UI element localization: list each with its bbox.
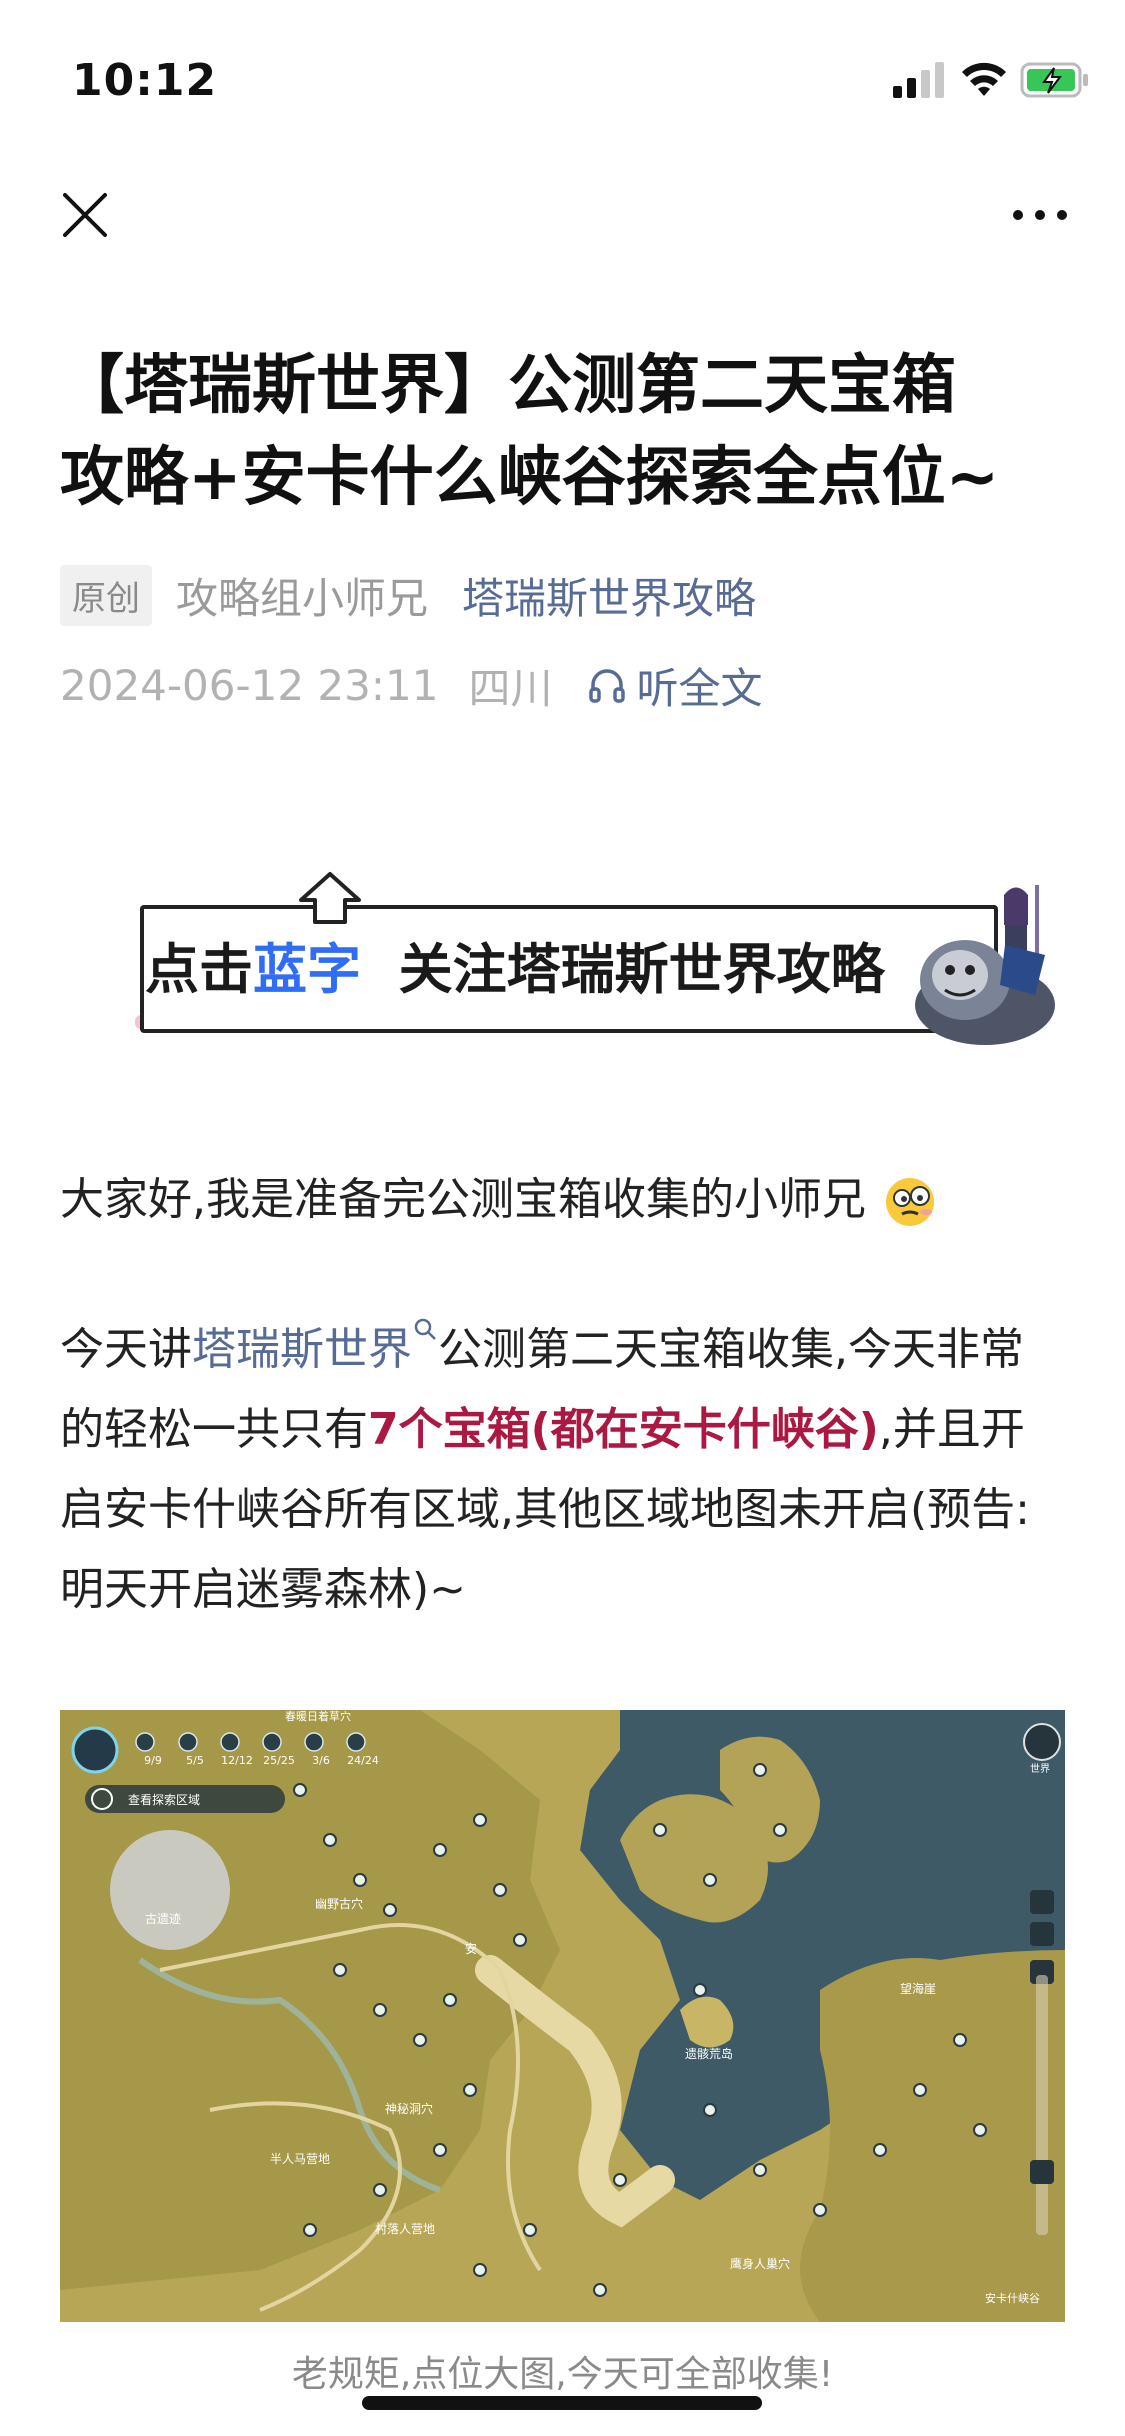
paragraph-intro: 大家好,我是准备完公测宝箱收集的小师兄 [60, 1160, 1065, 1240]
map-region-name: 安卡什峡谷 [985, 2292, 1040, 2305]
listen-button[interactable]: 听全文 [587, 655, 763, 716]
author-name[interactable]: 攻略组小师兄 [176, 565, 428, 626]
map-counter: 24/24 [347, 1754, 379, 1767]
headphones-icon [588, 669, 625, 703]
status-bar: 10:12 [0, 0, 1125, 150]
home-indicator[interactable] [362, 2396, 762, 2410]
battery-charging-icon [1020, 62, 1088, 98]
map-label-goblin: 神秘洞穴 [385, 2102, 434, 2116]
map-top-label: 春暖日着草穴 [285, 1710, 351, 1723]
article-title-line2: 攻略+安卡什么峡谷探索全点位~ [60, 441, 1000, 515]
paragraph-summary: 今天讲塔瑞斯世界 公测第二天宝箱收集,今天非常的轻松一共只有7个宝箱(都在安卡什峡… [60, 1310, 1065, 1630]
map-label-beast: 鹰身人巢穴 [730, 2257, 791, 2271]
banner-text: 点击蓝字 关注塔瑞斯世界攻略 [145, 925, 885, 1004]
map-label-peak: 望海崖 [900, 1982, 937, 1996]
game-map-image[interactable]: 9/9 5/5 12/12 25/25 3/6 24/24 春暖日着草穴 查看探… [60, 1710, 1065, 2322]
banner-text-prefix: 点击 [145, 938, 253, 1001]
cellular-signal-icon [893, 62, 944, 98]
map-counter: 9/9 [144, 1754, 162, 1767]
search-keyword-link[interactable]: 塔瑞斯世界 [192, 1324, 412, 1375]
map-graphic [60, 1710, 1065, 2322]
map-label-village: 村落人营地 [375, 2222, 436, 2236]
image-caption: 老规矩,点位大图,今天可全部收集! [291, 2354, 834, 2395]
map-label-island: 遗骸荒岛 [685, 2047, 734, 2061]
banner-text-blue: 蓝字 [253, 938, 361, 1001]
emoji-icon [886, 1178, 934, 1226]
arrow-up-icon [299, 872, 361, 924]
map-counter: 3/6 [312, 1754, 330, 1767]
wifi-icon [962, 62, 1006, 96]
paragraph-intro-text: 大家好,我是准备完公测宝箱收集的小师兄 [60, 1174, 866, 1225]
status-time: 10:12 [72, 55, 218, 106]
map-label-cave: 幽野古穴 [315, 1897, 364, 1911]
explore-area-button[interactable]: 查看探索区域 [128, 1791, 200, 1808]
map-counters: 9/9 5/5 12/12 25/25 3/6 24/24 [132, 1754, 384, 1767]
map-label-ruins: 古遗迹 [145, 1912, 182, 1926]
paragraph-summary-pre: 今天讲 [60, 1324, 192, 1375]
banner-text-suffix: 关注塔瑞斯世界攻略 [398, 938, 885, 1001]
search-icon[interactable] [412, 1316, 438, 1342]
more-icon[interactable] [1010, 200, 1070, 230]
map-label-an: 安 [465, 1942, 478, 1956]
nav-bar [0, 170, 1125, 260]
map-counter: 25/25 [263, 1754, 295, 1767]
original-badge: 原创 [60, 564, 152, 626]
paragraph-summary-highlight: 7个宝箱(都在安卡什峡谷) [368, 1404, 879, 1455]
account-name-link[interactable]: 塔瑞斯世界攻略 [462, 565, 756, 626]
map-counter: 5/5 [186, 1754, 204, 1767]
article-title: 【塔瑞斯世界】公测第二天宝箱 攻略+安卡什么峡谷探索全点位~ [60, 340, 1065, 524]
map-counter: 12/12 [221, 1754, 253, 1767]
map-label-camp: 半人马营地 [270, 2152, 331, 2166]
close-icon[interactable] [60, 190, 110, 240]
publish-date: 2024-06-12 23:11 [60, 660, 439, 710]
article-meta: 原创 攻略组小师兄 塔瑞斯世界攻略 [60, 564, 756, 626]
character-illustration [915, 885, 1055, 1045]
publish-region: 四川 [468, 663, 553, 713]
follow-banner[interactable]: 点击蓝字 关注塔瑞斯世界攻略 [135, 870, 1065, 1045]
listen-label: 听全文 [636, 663, 763, 713]
article-title-line1: 【塔瑞斯世界】公测第二天宝箱 [60, 349, 956, 423]
map-world-label: 世界 [1030, 1764, 1050, 1775]
article-meta-secondary: 2024-06-12 23:11 四川 听全文 [60, 655, 763, 715]
